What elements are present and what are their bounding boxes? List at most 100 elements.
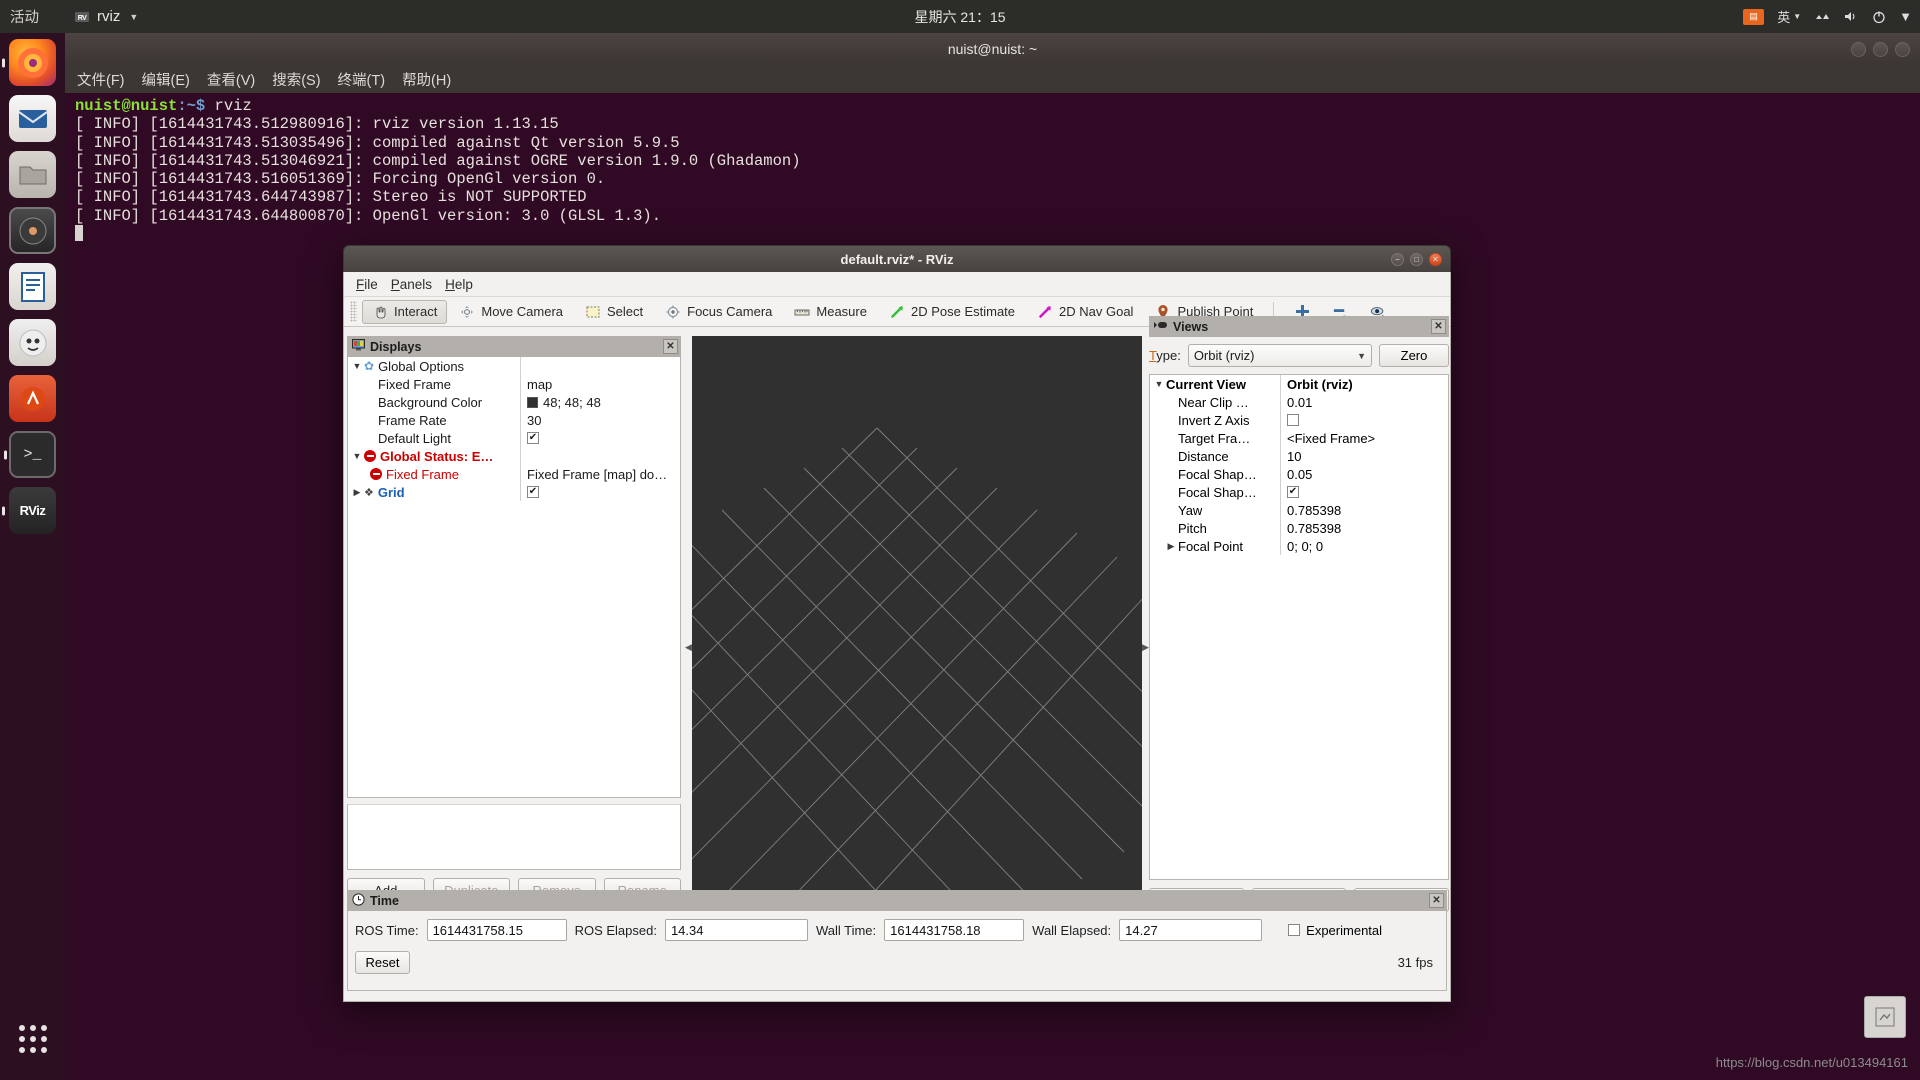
dock-item-thunderbird-mail[interactable] [9,95,56,142]
tree-row-value[interactable]: 30 [520,411,680,429]
checkbox-invert-z-axis[interactable] [1287,414,1299,426]
orange-notification-icon[interactable]: ▤ [1743,8,1765,25]
tree-row[interactable]: Pitch 0.785398 [1150,519,1448,537]
close-icon[interactable]: ✕ [663,339,678,354]
system-menu-caret-icon[interactable]: ▼ [1899,9,1912,24]
tree-row-value[interactable]: 0.01 [1280,393,1448,411]
tree-row[interactable]: ▶ ❖ Grid ✔ [348,483,680,501]
tree-row[interactable]: Near Clip … 0.01 [1150,393,1448,411]
dock-item-ubuntu-software[interactable] [9,375,56,422]
views-tree[interactable]: ▼ Current View Orbit (rviz) Near Clip … … [1149,374,1449,880]
maximize-button[interactable] [1873,41,1888,57]
log-line: [ INFO] [1614431743.512980916]: rviz ver… [75,115,559,134]
menu-view[interactable]: 查看(V) [207,69,255,90]
reset-button[interactable]: Reset [355,951,410,974]
dock-item-firefox[interactable] [9,39,56,86]
tool-measure[interactable]: Measure [784,300,877,324]
minimize-button[interactable] [1851,41,1866,57]
dock-item-rviz[interactable]: RViz [9,487,56,534]
tree-row-value[interactable]: 0.05 [1280,465,1448,483]
menu-edit[interactable]: 编辑(E) [142,69,190,90]
tree-row[interactable]: ▼ ✿ Global Options [348,357,680,375]
ros-elapsed-label: ROS Elapsed: [574,922,657,938]
dock-item-rhythmbox[interactable] [9,207,56,254]
zero-view-button[interactable]: Zero [1379,344,1449,367]
activities-button[interactable]: 活动 [10,6,39,27]
tree-row[interactable]: Distance 10 [1150,447,1448,465]
expand-arrow-icon[interactable]: ▼ [350,451,364,461]
view-type-select[interactable]: Orbit (rviz) ▼ [1187,344,1372,367]
menu-terminal[interactable]: 终端(T) [338,69,386,90]
tool-move-camera[interactable]: Move Camera [449,300,573,324]
tree-row-value[interactable]: 0.785398 [1280,519,1448,537]
tree-row[interactable]: ▼ Current View Orbit (rviz) [1150,375,1448,393]
clock[interactable]: 星期六 21：15 [914,7,1005,27]
rviz-menu-file[interactable]: File [356,277,378,292]
power-icon[interactable] [1872,10,1886,24]
tree-row[interactable]: ▼ Global Status: E… [348,447,680,465]
tree-row[interactable]: Invert Z Axis [1150,411,1448,429]
menu-file[interactable]: 文件(F) [77,69,125,90]
maximize-icon[interactable]: □ [1410,252,1423,266]
menu-help[interactable]: 帮助(H) [402,69,451,90]
wall-time-input[interactable]: 1614431758.18 [884,919,1025,941]
tree-row[interactable]: Focal Shap… ✔ [1150,483,1448,501]
focus-camera-icon [665,305,681,319]
tool-select[interactable]: Select [575,300,653,324]
checkbox-focal-shape-fixed-size[interactable]: ✔ [1287,486,1299,498]
tree-row-value[interactable]: 10 [1280,447,1448,465]
rviz-menu-panels[interactable]: Panels [391,277,432,292]
tree-row[interactable]: Frame Rate 30 [348,411,680,429]
checkbox-default-light[interactable]: ✔ [527,432,539,444]
dock-item-terminal[interactable]: >_ [9,431,56,478]
desktop-corner-widget[interactable] [1864,996,1906,1038]
expand-arrow-icon[interactable]: ▶ [350,487,364,498]
tree-row[interactable]: Default Light ✔ [348,429,680,447]
expand-arrow-icon[interactable]: ▼ [350,361,364,371]
rviz-menu-help[interactable]: Help [445,277,473,292]
tool-focus-camera[interactable]: Focus Camera [655,300,782,324]
wall-elapsed-input[interactable]: 14.27 [1119,919,1263,941]
tree-row[interactable]: Yaw 0.785398 [1150,501,1448,519]
checkbox-grid[interactable]: ✔ [527,486,539,498]
tool-2d-pose-estimate[interactable]: 2D Pose Estimate [879,300,1025,324]
expand-arrow-icon[interactable]: ▶ [1164,541,1178,552]
close-icon[interactable]: ✕ [1429,252,1442,266]
left-splitter-handle[interactable]: ◀ [685,336,692,959]
displays-tree[interactable]: ▼ ✿ Global Options Fixed Frame map Backg… [347,357,681,798]
expand-arrow-icon[interactable]: ▼ [1152,379,1166,389]
dock-item-ubuntu-help[interactable] [9,319,56,366]
show-applications-button[interactable] [9,1015,56,1062]
close-icon[interactable]: ✕ [1429,893,1444,908]
tree-row[interactable]: ▶ Focal Point 0; 0; 0 [1150,537,1448,555]
tree-row[interactable]: Fixed Frame map [348,375,680,393]
dock-item-files[interactable] [9,151,56,198]
3d-render-view[interactable] [692,336,1142,959]
tree-row-value[interactable]: <Fixed Frame> [1280,429,1448,447]
views-panel-header: Views ✕ [1149,316,1449,337]
tree-row-value[interactable]: 0.785398 [1280,501,1448,519]
toolbar-drag-handle[interactable] [350,301,357,322]
active-app-menu[interactable]: RV rviz ▼ [73,8,138,25]
tree-row[interactable]: Focal Shap… 0.05 [1150,465,1448,483]
menu-search[interactable]: 搜索(S) [272,69,320,90]
right-splitter-handle[interactable]: ▶ [1142,336,1149,959]
close-icon[interactable]: ✕ [1431,319,1446,334]
minimize-icon[interactable]: − [1391,252,1404,266]
tree-row-value[interactable]: 0; 0; 0 [1280,537,1448,555]
input-source-indicator[interactable]: 英 ▼ [1777,7,1801,26]
tool-interact[interactable]: Interact [362,299,448,324]
ros-time-input[interactable]: 1614431758.15 [426,919,567,941]
tree-row[interactable]: Target Fra… <Fixed Frame> [1150,429,1448,447]
checkbox-experimental[interactable] [1288,924,1301,936]
dock-item-libreoffice-writer[interactable] [9,263,56,310]
network-icon[interactable] [1814,10,1831,23]
close-button[interactable] [1895,41,1910,57]
tree-row[interactable]: Fixed Frame Fixed Frame [map] do… [348,465,680,483]
experimental-toggle[interactable]: Experimental [1288,923,1382,938]
tree-row[interactable]: Background Color 48; 48; 48 [348,393,680,411]
tree-row-value[interactable]: map [520,375,680,393]
tool-2d-nav-goal[interactable]: 2D Nav Goal [1027,300,1143,324]
volume-icon[interactable] [1844,10,1859,23]
ros-elapsed-input[interactable]: 14.34 [664,919,808,941]
